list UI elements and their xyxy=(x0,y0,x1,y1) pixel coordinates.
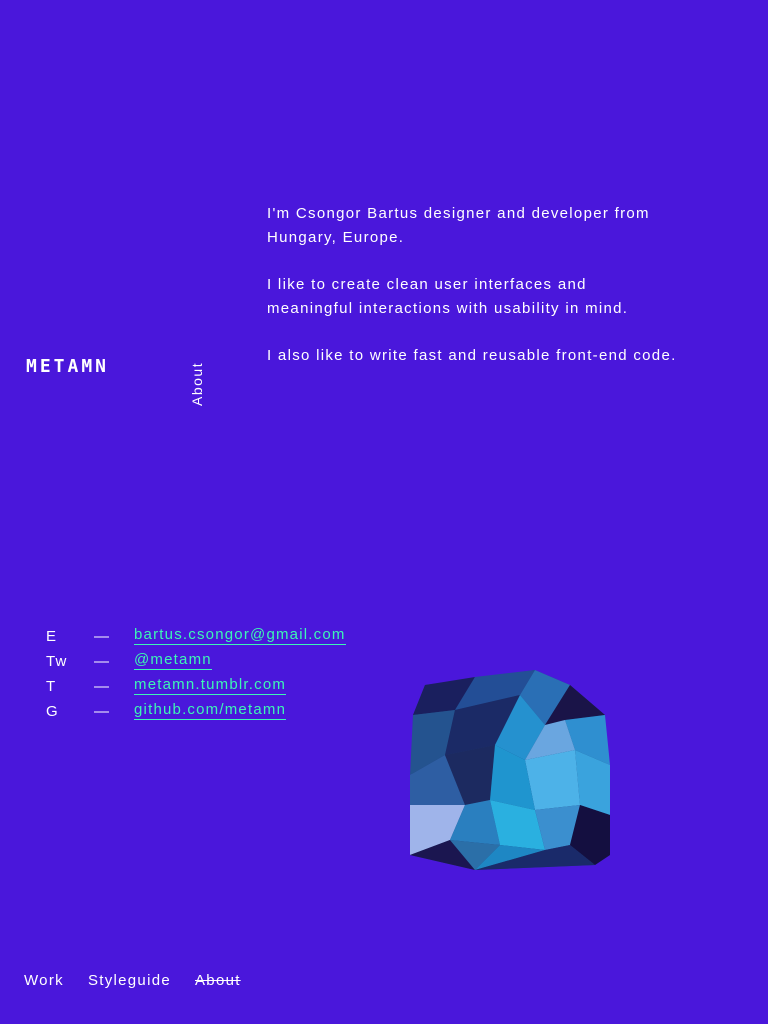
footer-nav: Work Styleguide About xyxy=(24,972,241,989)
contact-key: E xyxy=(46,628,58,645)
bio-paragraph: I'm Csongor Bartus designer and develope… xyxy=(267,205,650,246)
contact-dash: — xyxy=(94,678,111,695)
contact-list: E — bartus.csongor@gmail.com Tw — @metam… xyxy=(46,620,346,720)
twitter-link[interactable]: @metamn xyxy=(134,651,212,670)
section-label: About xyxy=(188,356,206,406)
tumblr-link[interactable]: metamn.tumblr.com xyxy=(134,676,287,695)
nav-work-link[interactable]: Work xyxy=(24,972,64,989)
contact-key: T xyxy=(46,678,57,695)
nav-styleguide-link[interactable]: Styleguide xyxy=(88,972,171,989)
contact-key: Tw xyxy=(46,653,68,670)
bio-paragraph: I also like to write fast and reusable f… xyxy=(267,347,677,364)
bio-paragraph: I like to create clean user interfaces a… xyxy=(267,276,629,317)
contact-dash: — xyxy=(94,703,111,720)
contact-key: G xyxy=(46,703,59,720)
contact-row-tumblr: T — metamn.tumblr.com xyxy=(46,670,346,695)
gem-illustration xyxy=(410,670,610,870)
github-link[interactable]: github.com/metamn xyxy=(134,701,287,720)
email-link[interactable]: bartus.csongor@gmail.com xyxy=(134,626,346,645)
contact-row-github: G — github.com/metamn xyxy=(46,695,346,720)
site-logo[interactable]: METAMN xyxy=(26,356,109,377)
nav-about-link[interactable]: About xyxy=(195,972,241,989)
contact-dash: — xyxy=(94,628,111,645)
contact-row-twitter: Tw — @metamn xyxy=(46,645,346,670)
contact-row-email: E — bartus.csongor@gmail.com xyxy=(46,620,346,645)
section-label-text: About xyxy=(189,361,205,406)
bio-text: I'm Csongor Bartus designer and develope… xyxy=(267,202,677,391)
contact-dash: — xyxy=(94,653,111,670)
